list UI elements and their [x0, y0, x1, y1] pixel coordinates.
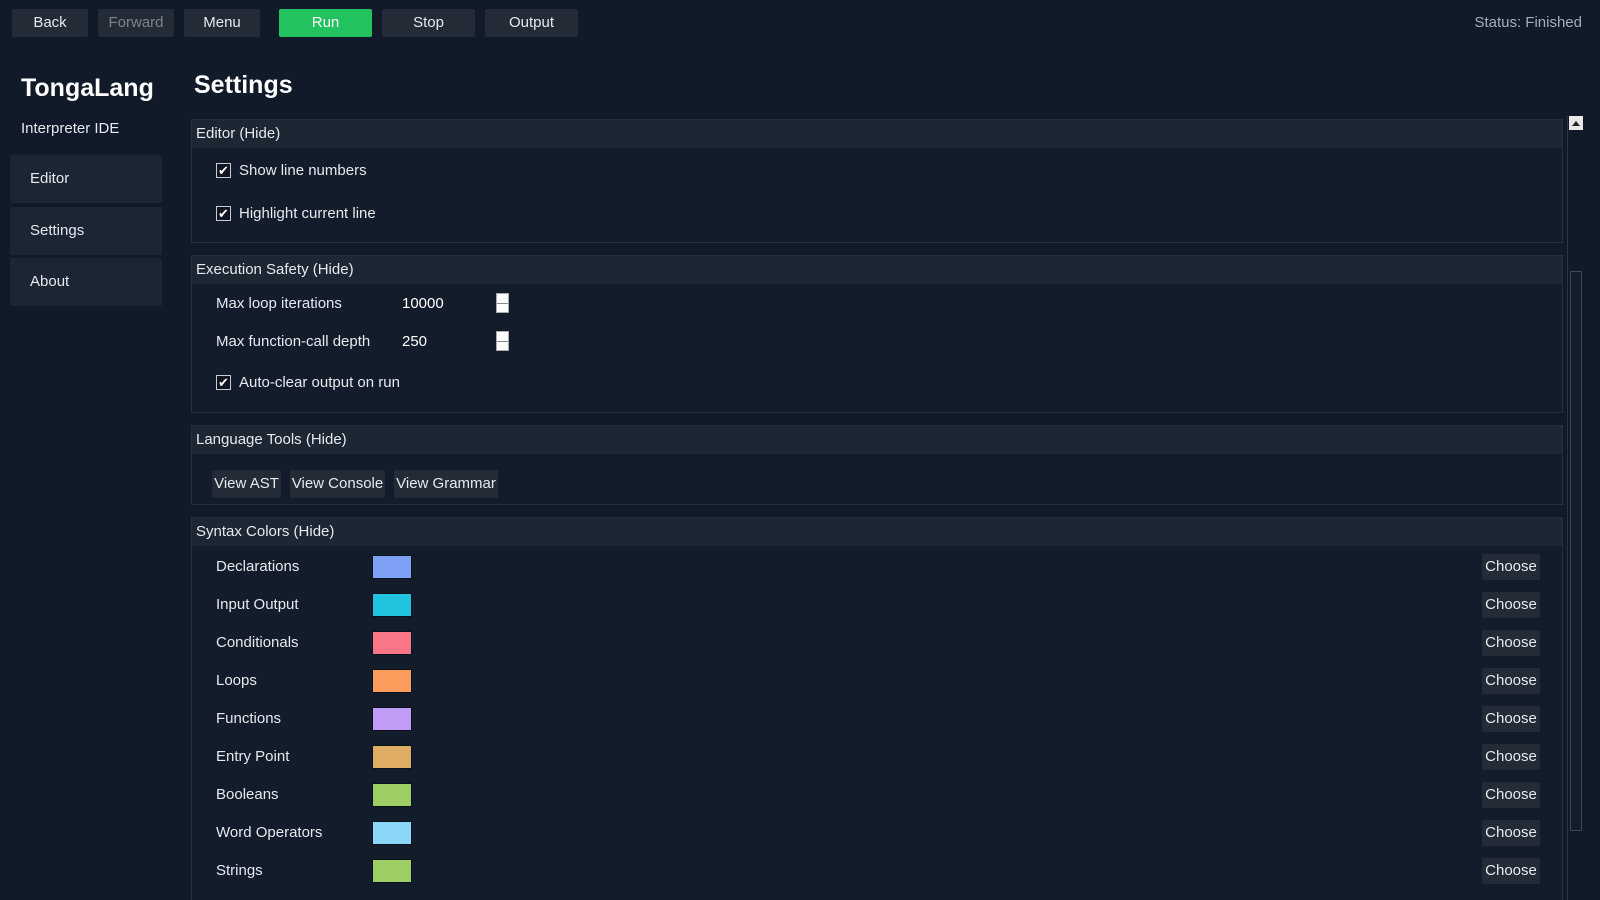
- color-swatch-conditionals[interactable]: [372, 631, 412, 655]
- syntax-color-row-functions: Functions Choose: [216, 704, 1540, 734]
- choose-color-button-loops[interactable]: Choose: [1482, 668, 1540, 694]
- choose-color-button-word-operators[interactable]: Choose: [1482, 820, 1540, 846]
- forward-button[interactable]: Forward: [98, 9, 174, 37]
- sidebar-item-settings[interactable]: Settings: [10, 207, 162, 255]
- syntax-color-label: Strings: [216, 862, 263, 879]
- color-swatch-entry-point[interactable]: [372, 745, 412, 769]
- color-swatch-word-operators[interactable]: [372, 821, 412, 845]
- scroll-thumb[interactable]: [1570, 271, 1582, 831]
- check-icon: ✔: [218, 162, 229, 178]
- syntax-color-label: Conditionals: [216, 634, 299, 651]
- show-line-numbers-row[interactable]: ✔ Show line numbers: [216, 158, 367, 182]
- syntax-color-label: Entry Point: [216, 748, 290, 765]
- color-swatch-loops[interactable]: [372, 669, 412, 693]
- language-tools-header[interactable]: Language Tools (Hide): [192, 426, 1562, 454]
- choose-color-button-input-output[interactable]: Choose: [1482, 592, 1540, 618]
- syntax-color-label: Booleans: [216, 786, 279, 803]
- view-ast-button[interactable]: View AST: [212, 470, 281, 498]
- status-text: Status: Finished: [1474, 14, 1582, 31]
- color-swatch-input-output[interactable]: [372, 593, 412, 617]
- view-console-button[interactable]: View Console: [290, 470, 385, 498]
- max-loop-spinner[interactable]: [496, 293, 509, 313]
- editor-section: Editor (Hide) ✔ Show line numbers ✔ High…: [191, 119, 1563, 243]
- syntax-color-label: Word Operators: [216, 824, 323, 841]
- stop-button[interactable]: Stop: [382, 9, 475, 37]
- syntax-color-row-entry-point: Entry Point Choose: [216, 742, 1540, 772]
- highlight-current-line-checkbox[interactable]: ✔: [216, 205, 231, 221]
- show-line-numbers-checkbox[interactable]: ✔: [216, 162, 231, 178]
- syntax-colors-section: Syntax Colors (Hide) Declarations Choose I…: [191, 517, 1563, 900]
- syntax-color-row-declarations: Declarations Choose: [216, 552, 1540, 582]
- syntax-color-label: Functions: [216, 710, 282, 727]
- app-subtitle: Interpreter IDE: [21, 120, 120, 137]
- color-swatch-strings[interactable]: [372, 859, 412, 883]
- color-swatch-functions[interactable]: [372, 707, 412, 731]
- execution-safety-section: Execution Safety (Hide) Max loop iterati…: [191, 255, 1563, 413]
- choose-color-button-strings[interactable]: Choose: [1482, 858, 1540, 884]
- vertical-scrollbar[interactable]: [1567, 116, 1584, 900]
- max-depth-input[interactable]: 250: [402, 333, 502, 350]
- check-icon: ✔: [218, 374, 229, 390]
- max-loop-label: Max loop iterations: [216, 295, 342, 312]
- choose-color-button-functions[interactable]: Choose: [1482, 706, 1540, 732]
- show-line-numbers-label: Show line numbers: [239, 161, 367, 179]
- syntax-color-row-loops: Loops Choose: [216, 666, 1540, 696]
- view-grammar-button[interactable]: View Grammar: [394, 470, 498, 498]
- top-toolbar: Back Forward Menu Run Stop Output Status…: [0, 0, 1600, 46]
- auto-clear-label: Auto-clear output on run: [239, 373, 400, 391]
- run-button[interactable]: Run: [279, 9, 372, 37]
- color-swatch-booleans[interactable]: [372, 783, 412, 807]
- scroll-up-icon[interactable]: [1569, 116, 1583, 130]
- editor-section-header[interactable]: Editor (Hide): [192, 120, 1562, 148]
- syntax-colors-header[interactable]: Syntax Colors (Hide): [192, 518, 1562, 546]
- syntax-color-label: Loops: [216, 672, 257, 689]
- highlight-current-line-row[interactable]: ✔ Highlight current line: [216, 201, 376, 225]
- sidebar-item-editor[interactable]: Editor: [10, 155, 162, 203]
- page-title: Settings: [194, 71, 293, 99]
- color-swatch-declarations[interactable]: [372, 555, 412, 579]
- choose-color-button-booleans[interactable]: Choose: [1482, 782, 1540, 808]
- syntax-color-label: Input Output: [216, 596, 299, 613]
- syntax-color-row-word-operators: Word Operators Choose: [216, 818, 1540, 848]
- check-icon: ✔: [218, 205, 229, 221]
- output-button[interactable]: Output: [485, 9, 578, 37]
- syntax-color-label: Declarations: [216, 558, 300, 575]
- highlight-current-line-label: Highlight current line: [239, 204, 376, 222]
- syntax-color-row-booleans: Booleans Choose: [216, 780, 1540, 810]
- syntax-color-row-conditionals: Conditionals Choose: [216, 628, 1540, 658]
- auto-clear-checkbox[interactable]: ✔: [216, 374, 231, 390]
- app-brand: TongaLang: [21, 74, 154, 102]
- menu-button[interactable]: Menu: [184, 9, 260, 37]
- language-tools-section: Language Tools (Hide) View AST View Cons…: [191, 425, 1563, 505]
- max-depth-label: Max function-call depth: [216, 333, 371, 350]
- syntax-color-row-input-output: Input Output Choose: [216, 590, 1540, 620]
- choose-color-button-entry-point[interactable]: Choose: [1482, 744, 1540, 770]
- auto-clear-row[interactable]: ✔ Auto-clear output on run: [216, 370, 400, 394]
- settings-content: Editor (Hide) ✔ Show line numbers ✔ High…: [191, 119, 1565, 900]
- max-depth-spinner[interactable]: [496, 331, 509, 351]
- back-button[interactable]: Back: [12, 9, 88, 37]
- max-loop-input[interactable]: 10000: [402, 295, 502, 312]
- sidebar-item-about[interactable]: About: [10, 258, 162, 306]
- choose-color-button-declarations[interactable]: Choose: [1482, 554, 1540, 580]
- syntax-color-row-strings: Strings Choose: [216, 856, 1540, 886]
- execution-safety-header[interactable]: Execution Safety (Hide): [192, 256, 1562, 284]
- choose-color-button-conditionals[interactable]: Choose: [1482, 630, 1540, 656]
